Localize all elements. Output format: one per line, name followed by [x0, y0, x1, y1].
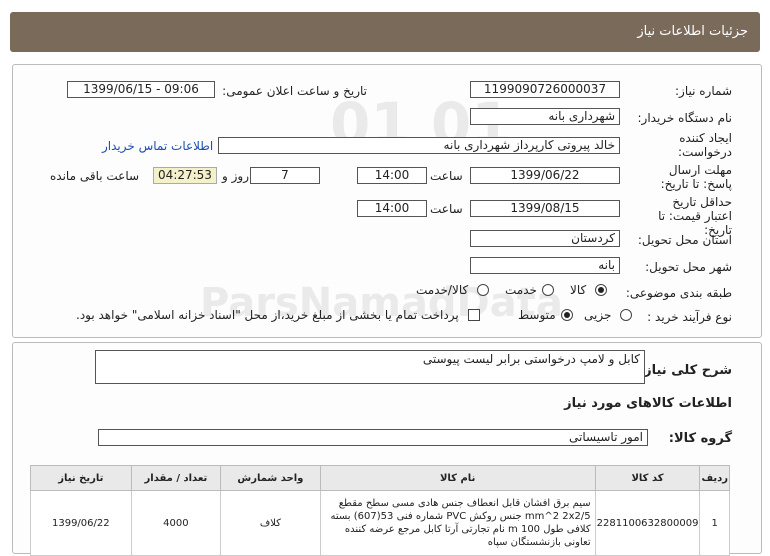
process-option-minor: جزیی	[584, 308, 612, 322]
page-title: جزئیات اطلاعات نیاز	[637, 24, 748, 39]
category-option-both: کالا/خدمت	[416, 283, 469, 297]
remaining-time-field: 04:27:53	[153, 167, 217, 184]
remaining-label: ساعت باقی مانده	[50, 169, 140, 183]
province-field: کردستان	[470, 230, 620, 247]
city-field: بانه	[470, 257, 620, 274]
goods-group-field: امور تاسیساتی	[98, 429, 648, 446]
category-option-goods: کالا	[570, 283, 587, 297]
goods-info-title: اطلاعات کالاهای مورد نیاز	[564, 396, 732, 411]
send-time-label: ساعت	[430, 169, 463, 183]
row-name: سیم برق افشان قابل انعطاف جنس هادی مسی س…	[319, 490, 596, 556]
validity-time-field: 14:00	[357, 200, 427, 217]
validity-label: حداقل تاریخ اعتبار قیمت: تا تاریخ:	[658, 195, 732, 237]
province-label: استان محل تحویل:	[637, 233, 732, 247]
page-header: جزئیات اطلاعات نیاز	[10, 12, 760, 52]
process-radio-medium[interactable]	[561, 309, 573, 321]
row-code: 2281100632800009	[594, 490, 701, 556]
category-option-service: خدمت	[505, 283, 537, 297]
send-date-field: 1399/06/22	[470, 167, 620, 184]
table-row: 1 2281100632800009 سیم برق افشان قابل ان…	[30, 490, 730, 556]
announce-label: تاریخ و ساعت اعلان عمومی:	[222, 84, 367, 98]
row-number: 1	[699, 490, 730, 556]
treasury-payment-note: پرداخت تمام یا بخشی از مبلغ خرید،از محل …	[76, 308, 459, 322]
goods-table: ردیف کد کالا نام کالا واحد شمارش تعداد /…	[30, 465, 730, 556]
validity-time-label: ساعت	[430, 202, 463, 216]
col-unit: واحد شمارش	[220, 465, 321, 491]
announce-field: 1399/06/15 - 09:06	[67, 81, 215, 98]
col-date: تاریخ نیاز	[30, 465, 132, 491]
need-number-label: شماره نیاز:	[675, 84, 732, 98]
creator-label: ایجاد کننده درخواست:	[678, 131, 732, 159]
contact-buyer-link[interactable]: اطلاعات تماس خریدار	[102, 139, 213, 153]
process-option-medium: متوسط	[518, 308, 556, 322]
send-deadline-label: مهلت ارسال پاسخ: تا تاریخ:	[660, 163, 732, 191]
goods-table-header: ردیف کد کالا نام کالا واحد شمارش تعداد /…	[30, 465, 730, 491]
row-qty: 4000	[130, 490, 222, 556]
col-code: کد کالا	[594, 465, 701, 491]
col-name: نام کالا	[319, 465, 596, 491]
buyer-label: نام دستگاه خریدار:	[637, 111, 733, 125]
col-qty: تعداد / مقدار	[130, 465, 222, 491]
process-radio-minor[interactable]	[620, 309, 632, 321]
city-label: شهر محل تحویل:	[645, 260, 732, 274]
goods-group-label: گروه کالا:	[668, 431, 732, 446]
send-time-field: 14:00	[357, 167, 427, 184]
days-label: روز و	[222, 169, 249, 183]
row-unit: کلاف	[220, 490, 321, 556]
process-label: نوع فرآیند خرید :	[647, 310, 732, 324]
treasury-payment-checkbox[interactable]	[468, 309, 480, 321]
validity-date-field: 1399/08/15	[470, 200, 620, 217]
category-label: طبقه بندی موضوعی:	[625, 286, 732, 300]
category-radio-goods[interactable]	[595, 284, 607, 296]
need-number-field: 1199090726000037	[470, 81, 620, 98]
category-radio-service[interactable]	[542, 284, 554, 296]
need-description-field: کابل و لامپ درخواستی برابر لیست پیوستی	[95, 350, 645, 384]
row-date: 1399/06/22	[30, 490, 132, 556]
category-radio-both[interactable]	[477, 284, 489, 296]
need-description-label: شرح کلی نیاز:	[638, 363, 732, 378]
creator-field: خالد پیروتی کارپرداز شهرداری بانه	[218, 137, 620, 154]
col-row: ردیف	[699, 465, 730, 491]
days-field: 7	[250, 167, 320, 184]
buyer-field: شهرداری بانه	[470, 108, 620, 125]
